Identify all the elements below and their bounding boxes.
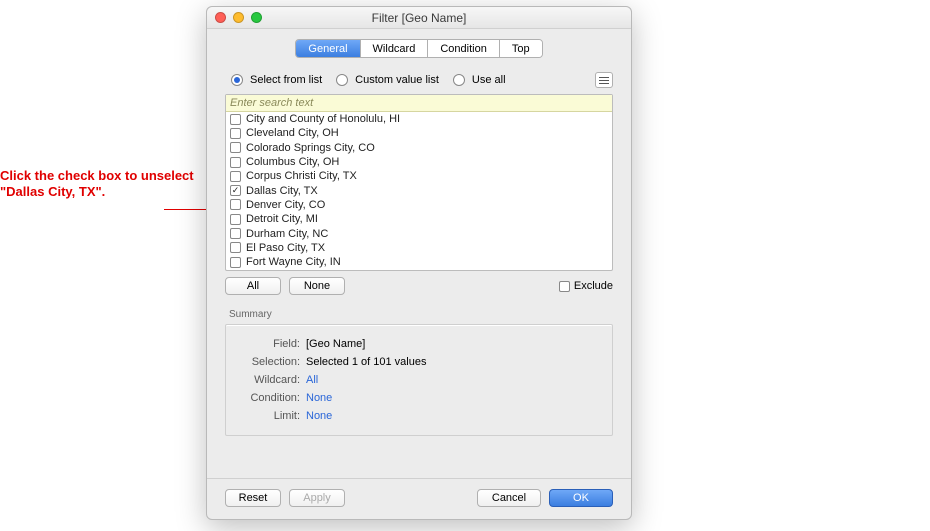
tab-general[interactable]: General bbox=[296, 40, 360, 57]
tutorial-annotation: Click the check box to unselect "Dallas … bbox=[0, 168, 196, 201]
list-item[interactable]: Denver City, CO bbox=[226, 198, 612, 212]
mode-row: Select from list Custom value list Use a… bbox=[225, 72, 613, 88]
list-item-checkbox[interactable] bbox=[230, 171, 241, 182]
list-item-checkbox[interactable] bbox=[230, 228, 241, 239]
list-item-checkbox[interactable] bbox=[230, 214, 241, 225]
summary-field-value: [Geo Name] bbox=[306, 335, 365, 353]
list-item-label: Cleveland City, OH bbox=[246, 127, 339, 139]
cancel-button[interactable]: Cancel bbox=[477, 489, 541, 507]
summary-limit-key: Limit: bbox=[238, 407, 300, 425]
list-item-label: Corpus Christi City, TX bbox=[246, 170, 357, 182]
filter-dialog: Filter [Geo Name] General Wildcard Condi… bbox=[206, 6, 632, 520]
summary-condition-value[interactable]: None bbox=[306, 389, 332, 407]
search-input[interactable]: Enter search text bbox=[226, 95, 612, 112]
list-item[interactable]: Dallas City, TX bbox=[226, 183, 612, 197]
radio-use-all-label: Use all bbox=[472, 74, 506, 86]
radio-custom-value-list-label: Custom value list bbox=[355, 74, 439, 86]
list-item[interactable]: Durham City, NC bbox=[226, 226, 612, 240]
list-actions: All None Exclude bbox=[225, 277, 613, 295]
tab-top[interactable]: Top bbox=[500, 40, 542, 57]
summary-condition-key: Condition: bbox=[238, 389, 300, 407]
list-item[interactable]: Fort Wayne City, IN bbox=[226, 255, 612, 269]
ok-button[interactable]: OK bbox=[549, 489, 613, 507]
list-item-label: Colorado Springs City, CO bbox=[246, 142, 375, 154]
value-list[interactable]: City and County of Honolulu, HI Cleveland… bbox=[226, 112, 612, 270]
tab-wildcard[interactable]: Wildcard bbox=[361, 40, 429, 57]
list-item-checkbox[interactable] bbox=[230, 199, 241, 210]
summary-field-key: Field: bbox=[238, 335, 300, 353]
minimize-icon[interactable] bbox=[233, 12, 244, 23]
summary-limit-value[interactable]: None bbox=[306, 407, 332, 425]
tab-condition[interactable]: Condition bbox=[428, 40, 499, 57]
list-item[interactable]: Colorado Springs City, CO bbox=[226, 141, 612, 155]
close-icon[interactable] bbox=[215, 12, 226, 23]
list-item[interactable]: Columbus City, OH bbox=[226, 155, 612, 169]
list-item-checkbox[interactable] bbox=[230, 128, 241, 139]
list-item-checkbox[interactable] bbox=[230, 257, 241, 268]
list-item-label: City and County of Honolulu, HI bbox=[246, 113, 400, 125]
exclude-label: Exclude bbox=[574, 280, 613, 292]
dialog-content: General Wildcard Condition Top Select fr… bbox=[207, 29, 631, 478]
list-item-label: Columbus City, OH bbox=[246, 156, 339, 168]
window-controls bbox=[215, 12, 262, 23]
list-item-checkbox[interactable] bbox=[230, 185, 241, 196]
value-list-panel: Enter search text City and County of Hon… bbox=[225, 94, 613, 271]
list-item[interactable]: El Paso City, TX bbox=[226, 241, 612, 255]
summary-box: Field: [Geo Name] Selection: Selected 1 … bbox=[225, 324, 613, 436]
list-options-icon[interactable] bbox=[595, 72, 613, 88]
list-item-label: Dallas City, TX bbox=[246, 185, 318, 197]
window-title: Filter [Geo Name] bbox=[372, 11, 467, 25]
summary-heading: Summary bbox=[225, 309, 613, 320]
list-item-label: Fort Wayne City, IN bbox=[246, 256, 341, 268]
list-item-label: El Paso City, TX bbox=[246, 242, 325, 254]
radio-select-from-list-label: Select from list bbox=[250, 74, 322, 86]
none-button[interactable]: None bbox=[289, 277, 345, 295]
exclude-checkbox[interactable] bbox=[559, 281, 570, 292]
summary-wildcard-key: Wildcard: bbox=[238, 371, 300, 389]
list-item[interactable]: Cleveland City, OH bbox=[226, 126, 612, 140]
list-item[interactable]: City and County of Honolulu, HI bbox=[226, 112, 612, 126]
bottom-bar: Reset Apply Cancel OK bbox=[207, 478, 631, 519]
apply-button[interactable]: Apply bbox=[289, 489, 345, 507]
all-button[interactable]: All bbox=[225, 277, 281, 295]
reset-button[interactable]: Reset bbox=[225, 489, 281, 507]
list-item-checkbox[interactable] bbox=[230, 157, 241, 168]
zoom-icon[interactable] bbox=[251, 12, 262, 23]
list-item-checkbox[interactable] bbox=[230, 242, 241, 253]
summary-selection-value: Selected 1 of 101 values bbox=[306, 353, 426, 371]
list-item-label: Detroit City, MI bbox=[246, 213, 318, 225]
tab-bar: General Wildcard Condition Top bbox=[225, 39, 613, 58]
list-item-label: Durham City, NC bbox=[246, 228, 328, 240]
list-item[interactable]: Corpus Christi City, TX bbox=[226, 169, 612, 183]
radio-use-all[interactable] bbox=[453, 74, 465, 86]
list-item-checkbox[interactable] bbox=[230, 114, 241, 125]
list-item[interactable]: Detroit City, MI bbox=[226, 212, 612, 226]
radio-select-from-list[interactable] bbox=[231, 74, 243, 86]
summary-wildcard-value[interactable]: All bbox=[306, 371, 318, 389]
radio-custom-value-list[interactable] bbox=[336, 74, 348, 86]
summary-selection-key: Selection: bbox=[238, 353, 300, 371]
list-item-label: Denver City, CO bbox=[246, 199, 325, 211]
list-item-checkbox[interactable] bbox=[230, 142, 241, 153]
titlebar: Filter [Geo Name] bbox=[207, 7, 631, 29]
